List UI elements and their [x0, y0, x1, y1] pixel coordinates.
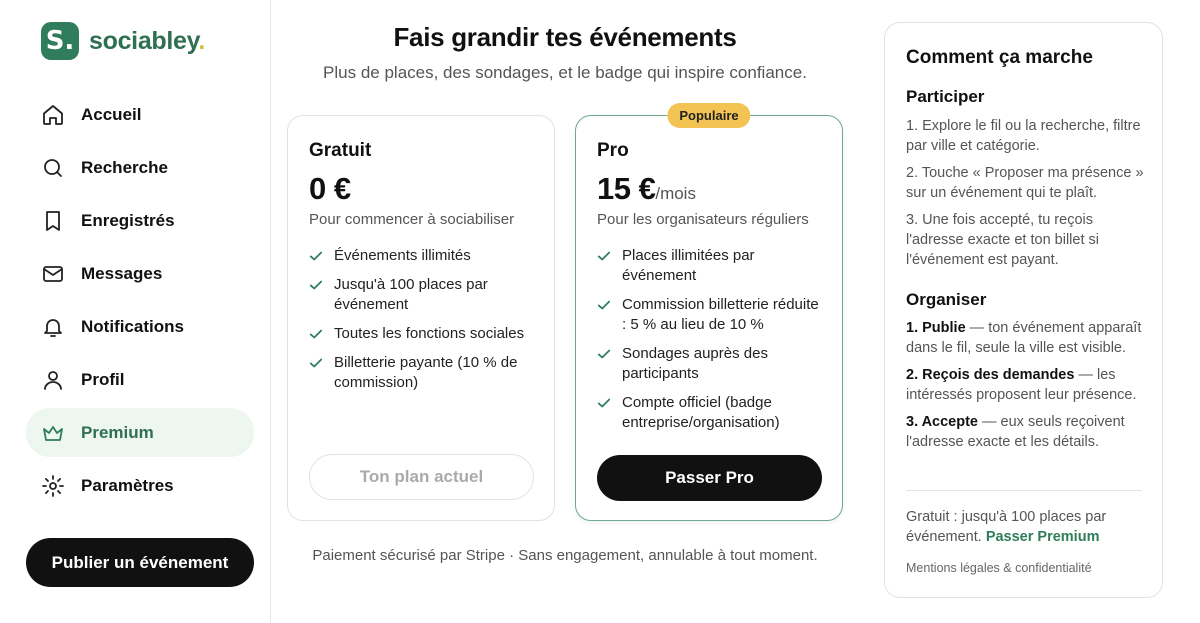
plan-name: Pro	[597, 140, 629, 161]
bookmark-icon	[41, 209, 65, 233]
plan-price: 15 €/mois	[597, 171, 696, 207]
sidebar-item-label: Notifications	[81, 316, 184, 336]
plan-price: 0 €	[309, 171, 351, 206]
feature-text: Sondages auprès des participants	[622, 345, 768, 382]
sidebar-item-notifications[interactable]: Notifications	[26, 302, 254, 351]
check-icon	[309, 246, 324, 266]
page-subtitle: Plus de places, des sondages, et le badg…	[323, 63, 807, 82]
bell-icon	[41, 315, 65, 339]
feature-text: Places illimitées par événement	[622, 247, 755, 284]
payment-footnote: Paiement sécurisé par Stripe · Sans enga…	[312, 547, 818, 564]
plan-price-amount: 15 €	[597, 171, 656, 206]
feature-text: Événements illimités	[334, 247, 471, 264]
sidebar-item-label: Profil	[81, 369, 125, 389]
user-icon	[41, 368, 65, 392]
participate-step: 3. Une fois accepté, tu reçois l'adresse…	[906, 212, 1099, 268]
sidebar-item-parametres[interactable]: Paramètres	[26, 461, 254, 510]
sidebar-item-label: Recherche	[81, 157, 168, 177]
sidebar-item-label: Messages	[81, 263, 163, 283]
how-it-works-panel: Comment ça marche Participer 1. Explore …	[884, 22, 1163, 598]
feature-item: Événements illimités	[309, 246, 539, 266]
organize-title: Organiser	[906, 290, 987, 309]
page-title: Fais grandir tes événements	[393, 22, 737, 52]
feature-text: Commission billetterie réduite : 5 % au …	[622, 296, 819, 333]
participate-step: 1. Explore le fil ou la recherche, filtr…	[906, 118, 1141, 154]
upgrade-premium-link[interactable]: Passer Premium	[986, 529, 1100, 545]
check-icon	[597, 344, 612, 364]
feature-text: Toutes les fonctions sociales	[334, 325, 525, 342]
feature-text: Compte officiel (badge entreprise/organi…	[622, 394, 780, 431]
gear-icon	[41, 474, 65, 498]
popular-badge: Populaire	[667, 103, 751, 128]
check-icon	[597, 246, 612, 266]
sidebar-item-profil[interactable]: Profil	[26, 355, 254, 404]
plan-name: Gratuit	[309, 140, 372, 161]
sidebar: S. sociabley. Accueil Recherche Enregist…	[0, 0, 271, 623]
home-icon	[41, 103, 65, 127]
mail-icon	[41, 262, 65, 286]
feature-text: Jusqu'à 100 places par événement	[334, 276, 488, 313]
sidebar-item-premium[interactable]: Premium	[26, 408, 254, 457]
organize-step: 3. Accepte — eux seuls reçoivent l'adres…	[906, 414, 1125, 450]
panel-title: Comment ça marche	[906, 47, 1093, 68]
free-plan-note: Gratuit : jusqu'à 100 places par événeme…	[906, 509, 1107, 545]
brand-logo[interactable]: S. sociabley.	[41, 22, 205, 60]
plan-description: Pour les organisateurs réguliers	[597, 211, 809, 228]
check-icon	[597, 393, 612, 413]
feature-item: Jusqu'à 100 places par événement	[309, 275, 539, 315]
organize-steps: 1. Publie — ton événement apparaît dans …	[906, 318, 1144, 459]
participate-steps: 1. Explore le fil ou la recherche, filtr…	[906, 116, 1144, 277]
sidebar-item-label: Enregistrés	[81, 210, 175, 230]
upgrade-pro-button[interactable]: Passer Pro	[597, 455, 822, 501]
brand-name: sociabley.	[89, 26, 206, 55]
organize-step: 1. Publie — ton événement apparaît dans …	[906, 320, 1142, 356]
sidebar-item-recherche[interactable]: Recherche	[26, 143, 254, 192]
sidebar-nav: Accueil Recherche Enregistrés Messages N…	[26, 90, 254, 514]
feature-item: Sondages auprès des participants	[597, 344, 827, 384]
plan-card-pro: Populaire Pro 15 €/mois Pour les organis…	[575, 103, 843, 521]
sidebar-item-label: Accueil	[81, 104, 142, 124]
check-icon	[597, 295, 612, 315]
feature-item: Commission billetterie réduite : 5 % au …	[597, 295, 827, 335]
current-plan-button: Ton plan actuel	[309, 454, 534, 500]
check-icon	[309, 275, 324, 295]
feature-list: Événements illimités Jusqu'à 100 places …	[309, 246, 539, 402]
divider	[906, 490, 1142, 491]
organize-step: 2. Reçois des demandes — les intéressés …	[906, 367, 1137, 403]
participate-title: Participer	[906, 87, 985, 106]
sidebar-item-label: Paramètres	[81, 475, 174, 495]
publish-event-button[interactable]: Publier un événement	[26, 538, 254, 587]
crown-icon	[41, 421, 65, 445]
feature-item: Compte officiel (badge entreprise/organi…	[597, 393, 827, 433]
sidebar-item-enregistres[interactable]: Enregistrés	[26, 196, 254, 245]
feature-item: Toutes les fonctions sociales	[309, 324, 539, 344]
plan-description: Pour commencer à sociabiliser	[309, 211, 515, 228]
plan-card-free: Gratuit 0 € Pour commencer à sociabilise…	[287, 115, 555, 521]
logo-mark: S.	[41, 22, 79, 60]
sidebar-item-accueil[interactable]: Accueil	[26, 90, 254, 139]
feature-item: Billetterie payante (10 % de commission)	[309, 353, 539, 393]
check-icon	[309, 353, 324, 373]
sidebar-item-label: Premium	[81, 422, 154, 442]
plan-price-period: /mois	[655, 184, 696, 203]
feature-item: Places illimitées par événement	[597, 246, 827, 286]
legal-link[interactable]: Mentions légales & confidentialité	[906, 561, 1092, 575]
participate-step: 2. Touche « Proposer ma présence » sur u…	[906, 165, 1144, 201]
feature-list: Places illimitées par événement Commissi…	[597, 246, 827, 442]
feature-text: Billetterie payante (10 % de commission)	[334, 354, 518, 391]
sidebar-item-messages[interactable]: Messages	[26, 249, 254, 298]
check-icon	[309, 324, 324, 344]
search-icon	[41, 156, 65, 180]
